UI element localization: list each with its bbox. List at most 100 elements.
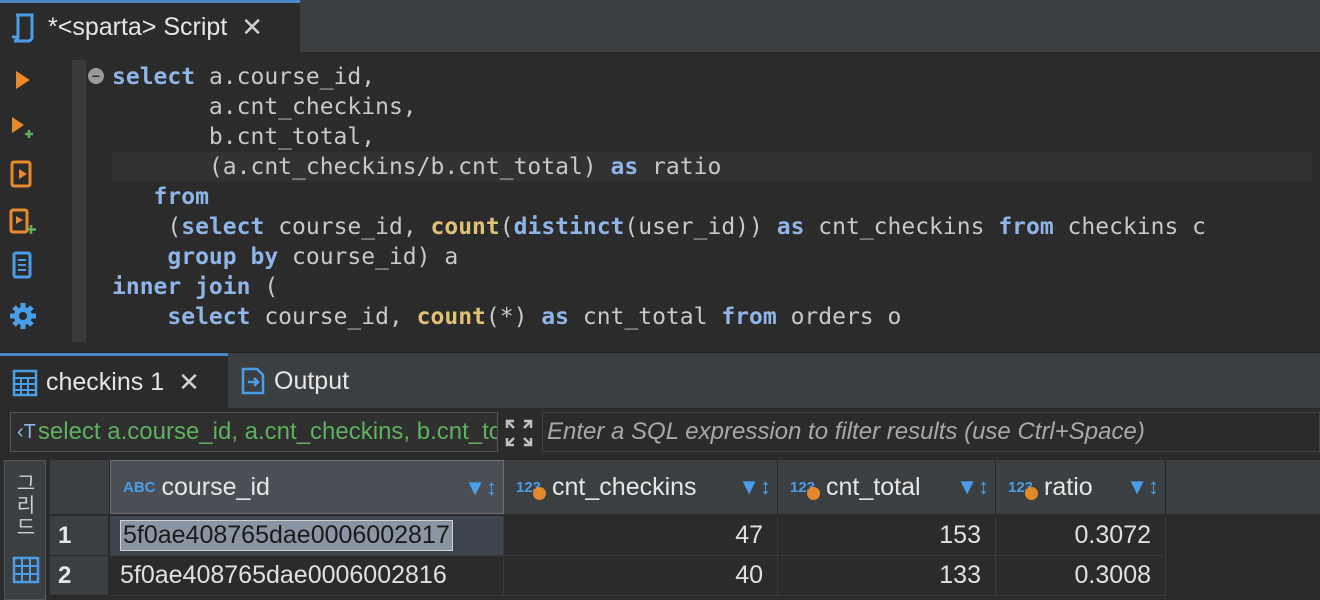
column-header-course-id[interactable]: ABC course_id ▼↕	[110, 460, 504, 514]
query-text: select a.course_id, a.cnt_checkins, b.cn…	[37, 418, 498, 445]
column-name: ratio	[1044, 472, 1093, 501]
column-name: cnt_checkins	[552, 472, 697, 501]
sql-function: count	[430, 214, 500, 240]
editor-gutter	[72, 60, 86, 342]
code-line[interactable]: (a.cnt_checkins/b.cnt_total) as ratio	[112, 152, 1312, 182]
grid-view-icon[interactable]	[12, 556, 40, 584]
filter-expression-input[interactable]: Enter a SQL expression to filter results…	[542, 412, 1320, 452]
sql-keyword: select	[167, 304, 251, 330]
view-mode-panel: 그리드	[4, 460, 46, 600]
sql-text: (user_id))	[624, 214, 777, 240]
text-type-icon: ABC	[123, 478, 156, 496]
sql-function: count	[416, 304, 486, 330]
sql-keyword: from	[721, 304, 777, 330]
editor-tab-script[interactable]: *<sparta> Script ✕	[0, 0, 300, 52]
table-cell[interactable]: 47	[504, 516, 778, 556]
sql-text: (	[250, 274, 279, 300]
query-text-icon: ‹T	[17, 420, 36, 443]
column-name: course_id	[161, 472, 270, 501]
close-results-tab-icon[interactable]: ✕	[178, 367, 200, 398]
expand-filter-icon[interactable]	[500, 414, 538, 452]
execute-in-new-tab-icon[interactable]	[6, 111, 40, 145]
execute-statement-icon[interactable]	[6, 63, 40, 97]
sql-text: course_id,	[264, 214, 431, 240]
table-cell[interactable]: 40	[504, 556, 778, 596]
output-icon	[240, 367, 266, 395]
results-tab-bar: checkins 1 ✕ Output	[0, 352, 1320, 409]
key-dot-icon	[807, 486, 821, 500]
sql-keyword: group by	[167, 244, 279, 270]
filter-sort-icon[interactable]: ▼↕	[738, 474, 771, 500]
code-line[interactable]: from	[112, 182, 1312, 212]
table-cell[interactable]: 0.3072	[996, 516, 1166, 556]
sql-keyword: as	[776, 214, 805, 240]
table-cell[interactable]: 0.3008	[996, 556, 1166, 596]
sql-text: cnt_total	[569, 304, 722, 330]
sql-keyword: as	[610, 154, 639, 180]
table-cell[interactable]: 5f0ae408765dae0006002817	[110, 516, 504, 556]
sql-editor[interactable]: select a.course_id, a.cnt_checkins, b.cn…	[112, 62, 1312, 344]
sql-keyword: select	[181, 214, 265, 240]
sql-text: checkins c	[1053, 214, 1207, 240]
code-line[interactable]: select a.course_id,	[112, 62, 1312, 92]
code-line[interactable]: b.cnt_total,	[112, 122, 1312, 152]
table-cell[interactable]: 153	[778, 516, 996, 556]
empty-header	[1166, 460, 1320, 514]
execute-script-icon[interactable]	[6, 157, 40, 191]
sql-text: b.cnt_total,	[112, 124, 376, 150]
row-number-header	[50, 460, 110, 514]
row-number[interactable]: 2	[50, 556, 108, 596]
editor-tab-title: *<sparta> Script	[48, 13, 228, 41]
cell-value: 5f0ae408765dae0006002817	[120, 520, 453, 551]
key-dot-icon	[1025, 486, 1039, 500]
sql-text: course_id) a	[278, 244, 459, 270]
result-grid: ABC course_id ▼↕ 123 cnt_checkins ▼↕ 123…	[50, 460, 1320, 600]
code-line[interactable]: inner join (	[112, 272, 1312, 302]
sql-keyword: distinct	[513, 214, 625, 240]
sql-text: course_id,	[250, 304, 417, 330]
code-line[interactable]: (select course_id, count(distinct(user_i…	[112, 212, 1312, 242]
sql-text: (	[499, 214, 514, 240]
tab-checkins-1-label: checkins 1	[46, 368, 165, 396]
grid-view-label[interactable]: 그리드	[13, 473, 39, 539]
column-name: cnt_total	[826, 472, 921, 501]
explain-plan-icon[interactable]	[6, 249, 40, 283]
sql-keyword: as	[541, 304, 569, 330]
table-cell[interactable]: 133	[778, 556, 996, 596]
row-number[interactable]: 1	[50, 516, 108, 556]
sql-text: (	[112, 214, 182, 240]
sql-keyword: from	[153, 184, 209, 210]
filter-sort-icon[interactable]: ▼↕	[464, 475, 497, 501]
editor-toolbar	[0, 53, 46, 350]
sql-text: (*)	[485, 304, 542, 330]
table-cell[interactable]: 5f0ae408765dae0006002816	[110, 556, 504, 596]
execute-script-new-tab-icon[interactable]	[6, 205, 40, 239]
sql-keyword: select	[112, 64, 196, 90]
sql-script-icon	[4, 8, 44, 48]
column-header-ratio[interactable]: 123 ratio ▼↕	[996, 460, 1166, 514]
settings-gear-icon[interactable]	[6, 299, 40, 333]
tab-checkins-1[interactable]: checkins 1 ✕	[0, 353, 228, 409]
tab-output-label: Output	[274, 366, 350, 395]
fold-collapse-icon[interactable]: −	[88, 68, 104, 84]
tab-output[interactable]: Output	[234, 353, 384, 409]
filter-sort-icon[interactable]: ▼↕	[1126, 474, 1159, 500]
sql-text: ratio	[638, 154, 722, 180]
query-text-box[interactable]: ‹T select a.course_id, a.cnt_checkins, b…	[10, 412, 498, 452]
code-line[interactable]: group by course_id) a	[112, 242, 1312, 272]
sql-text: cnt_checkins	[804, 214, 999, 240]
code-line[interactable]: a.cnt_checkins,	[112, 92, 1312, 122]
column-header-cnt-total[interactable]: 123 cnt_total ▼↕	[778, 460, 996, 514]
filter-sort-icon[interactable]: ▼↕	[956, 474, 989, 500]
table-grid-icon	[12, 369, 38, 397]
column-header-cnt-checkins[interactable]: 123 cnt_checkins ▼↕	[504, 460, 778, 514]
sql-text: (a.cnt_checkins/b.cnt_total)	[112, 154, 611, 180]
sql-text: a.course_id,	[195, 64, 376, 90]
filter-bar: ‹T select a.course_id, a.cnt_checkins, b…	[0, 408, 1320, 458]
close-tab-icon[interactable]: ✕	[241, 12, 263, 43]
key-dot-icon	[533, 486, 547, 500]
code-line[interactable]: select course_id, count(*) as cnt_total …	[112, 302, 1312, 332]
